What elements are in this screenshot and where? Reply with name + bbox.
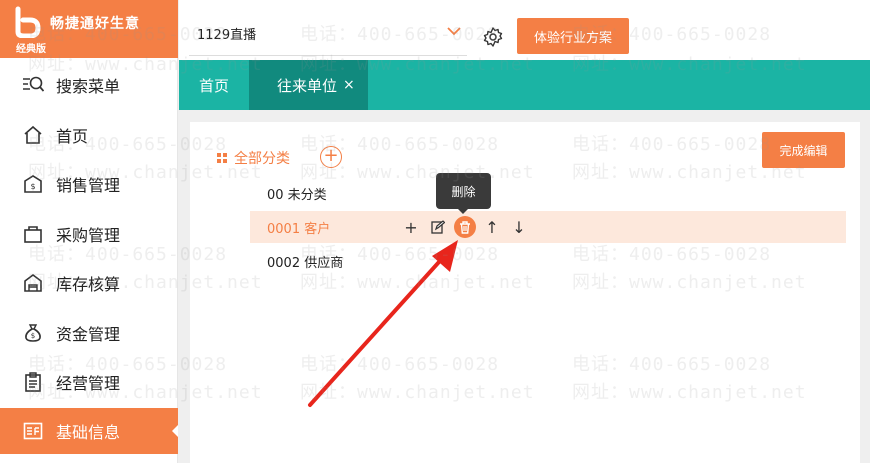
home-icon <box>22 124 44 146</box>
sidebar-item-label: 销售管理 <box>56 176 121 195</box>
sidebar: 畅捷通好生意 经典版 搜索菜单 首页 $ 销售管理 采购管理 库存核算 $ 资金… <box>0 0 178 463</box>
tab-label: 往来单位 <box>277 76 338 95</box>
category-label: 0002 供应商 <box>267 255 344 271</box>
sidebar-item-label: 资金管理 <box>56 325 121 344</box>
tab-label: 首页 <box>198 76 229 95</box>
company-select[interactable]: 1129直播 <box>189 12 467 56</box>
finish-edit-button[interactable]: 完成编辑 <box>762 132 845 168</box>
sidebar-item-home[interactable]: 首页 <box>0 112 178 158</box>
company-name: 1129直播 <box>197 28 257 43</box>
all-categories[interactable]: 全部分类 <box>217 148 290 168</box>
svg-text:$: $ <box>31 332 35 340</box>
logo-mark-icon <box>15 6 41 38</box>
sidebar-item-label: 搜索菜单 <box>56 77 121 96</box>
sidebar-item-label: 库存核算 <box>56 275 121 294</box>
tab-partners[interactable]: 往来单位 × <box>249 60 368 110</box>
sidebar-item-inventory[interactable]: 库存核算 <box>0 260 178 306</box>
sidebar-item-label: 基础信息 <box>56 423 121 442</box>
info-card-icon <box>22 420 44 442</box>
sidebar-item-basic-info[interactable]: 基础信息 <box>0 408 178 454</box>
logo[interactable]: 畅捷通好生意 经典版 <box>0 0 178 58</box>
row-actions: + ↑ ↓ <box>400 215 535 239</box>
sidebar-item-label: 采购管理 <box>56 226 121 245</box>
sales-icon: $ <box>22 173 44 195</box>
delete-icon[interactable] <box>454 216 476 238</box>
grid-icon <box>217 153 227 163</box>
top-bar: 1129直播 体验行业方案 <box>179 0 870 60</box>
sidebar-item-funds[interactable]: $ 资金管理 <box>0 310 178 356</box>
industry-solution-button[interactable]: 体验行业方案 <box>517 18 629 54</box>
tab-home[interactable]: 首页 <box>179 60 249 110</box>
money-bag-icon: $ <box>22 322 44 344</box>
add-icon[interactable]: + <box>400 215 422 239</box>
category-row-selected[interactable]: 0001 客户 + ↑ ↓ <box>250 211 846 243</box>
logo-title: 畅捷通好生意 <box>50 16 140 32</box>
logo-edition: 经典版 <box>16 44 46 55</box>
sidebar-item-search-menu[interactable]: 搜索菜单 <box>0 62 178 108</box>
close-icon[interactable]: × <box>343 77 355 93</box>
sidebar-item-purchase[interactable]: 采购管理 <box>0 211 178 257</box>
add-category-button[interactable]: + <box>320 146 342 168</box>
clipboard-icon <box>22 371 44 393</box>
warehouse-icon <box>22 272 44 294</box>
svg-text:$: $ <box>30 182 35 191</box>
category-panel: 完成编辑 全部分类 + 00 未分类 0001 客户 + ↑ ↓ 0002 供应… <box>190 122 860 463</box>
move-up-icon[interactable]: ↑ <box>481 215 503 239</box>
search-menu-icon <box>22 74 44 96</box>
gear-icon[interactable] <box>482 26 504 48</box>
sidebar-item-sales[interactable]: $ 销售管理 <box>0 161 178 207</box>
purchase-icon <box>22 223 44 245</box>
chevron-down-icon <box>447 27 461 36</box>
sidebar-item-operations[interactable]: 经营管理 <box>0 359 178 405</box>
category-row[interactable]: 0002 供应商 <box>250 245 846 277</box>
move-down-icon[interactable]: ↓ <box>508 215 530 239</box>
category-label: 0001 客户 <box>267 221 331 237</box>
sidebar-item-label: 首页 <box>56 127 89 146</box>
edit-icon[interactable] <box>427 215 449 239</box>
category-label: 00 未分类 <box>267 187 327 203</box>
sidebar-item-label: 经营管理 <box>56 374 121 393</box>
delete-tooltip: 删除 <box>436 173 491 214</box>
tab-bar: 首页 往来单位 × <box>179 60 870 110</box>
category-row[interactable]: 00 未分类 <box>250 177 846 209</box>
all-categories-label: 全部分类 <box>234 151 290 167</box>
